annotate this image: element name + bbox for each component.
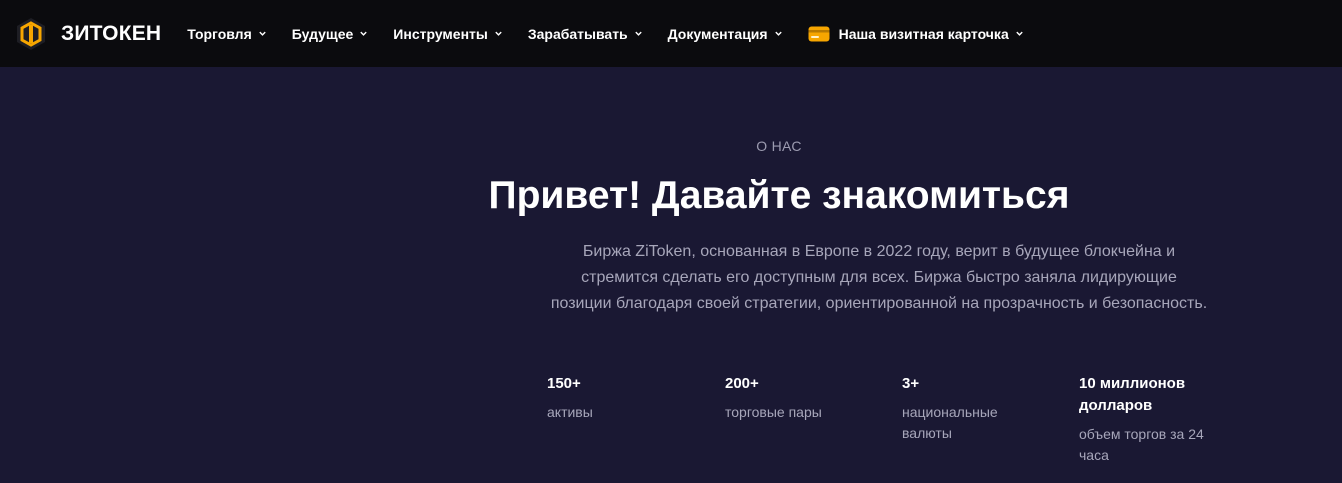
section-eyebrow: О НАС xyxy=(756,138,802,154)
chevron-down-icon xyxy=(1016,31,1023,36)
brand-logo-link[interactable]: ЗИТОКЕН xyxy=(14,17,161,51)
brand-name: ЗИТОКЕН xyxy=(61,21,162,45)
nav-item-label: Инструменты xyxy=(393,25,488,42)
nav-item-earn[interactable]: Зарабатывать xyxy=(528,26,643,42)
nav-item-business-card[interactable]: Наша визитная карточка xyxy=(808,26,1024,42)
stat-label: объем торгов за 24 часа xyxy=(1079,426,1204,463)
nav-item-docs[interactable]: Документация xyxy=(668,26,783,42)
about-section: О НАС Привет! Давайте знакомиться Биржа … xyxy=(0,67,1342,483)
chevron-down-icon xyxy=(774,31,782,36)
nav-item-label: Документация xyxy=(667,25,768,42)
hexagon-coin-logo-icon xyxy=(17,17,45,50)
nav-item-tools[interactable]: Инструменты xyxy=(393,26,503,42)
main-nav: Торговля Будущее Инструменты Зарабатыват… xyxy=(187,26,1048,42)
stat-assets: 150+ активы xyxy=(547,373,697,423)
stat-value: 150+ xyxy=(547,375,581,392)
stat-fiat-currencies: 3+ национальные валюты xyxy=(902,373,1032,444)
nav-item-label: Наша визитная карточка xyxy=(838,25,1009,42)
stat-trading-pairs: 200+ торговые пары xyxy=(725,373,875,423)
chevron-down-icon xyxy=(634,31,642,36)
chevron-down-icon xyxy=(360,31,368,36)
top-navbar: ЗИТОКЕН Торговля Будущее Инструменты Зар… xyxy=(0,0,1342,67)
stat-value: 10 миллионов долларов xyxy=(1079,375,1186,414)
stat-label: активы xyxy=(547,404,593,420)
stat-trading-volume: 10 миллионов долларов объем торгов за 24… xyxy=(1079,373,1209,466)
stat-label: торговые пары xyxy=(725,404,822,420)
stat-label: национальные валюты xyxy=(902,404,998,441)
stat-value: 3+ xyxy=(902,375,920,392)
business-card-icon xyxy=(808,26,830,41)
nav-item-label: Зарабатывать xyxy=(527,25,628,42)
nav-item-futures[interactable]: Будущее xyxy=(292,26,369,42)
section-headline: Привет! Давайте знакомиться xyxy=(488,174,1070,217)
nav-item-label: Торговля xyxy=(187,25,252,42)
stat-value: 200+ xyxy=(725,375,759,392)
chevron-down-icon xyxy=(259,31,266,36)
nav-item-label: Будущее xyxy=(291,25,354,42)
chevron-down-icon xyxy=(495,31,502,36)
nav-item-trading[interactable]: Торговля xyxy=(187,26,266,42)
section-description: Биржа ZiToken, основанная в Европе в 202… xyxy=(550,243,1208,312)
